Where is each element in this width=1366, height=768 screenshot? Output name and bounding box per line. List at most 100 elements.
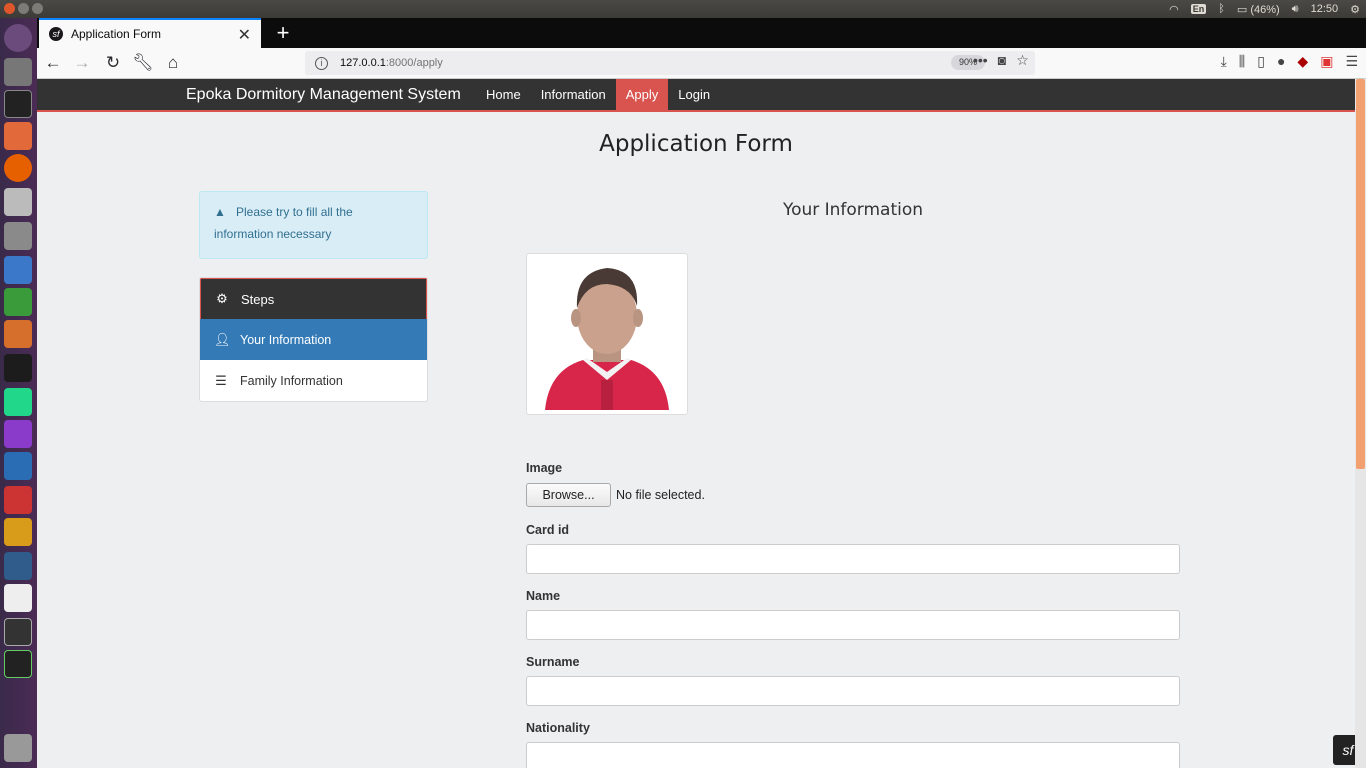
avatar-placeholder-icon (531, 258, 683, 410)
browser-tab-bar: sf Application Form ✕ + (37, 18, 1366, 48)
steps-header-label: Steps (241, 291, 275, 307)
downloads-icon[interactable]: ⤓ (1221, 53, 1227, 70)
sidebar-icon[interactable]: ▯ (1257, 53, 1265, 70)
window-minimize-button[interactable] (18, 3, 29, 14)
scrollbar-thumb[interactable] (1356, 79, 1365, 469)
trash-icon[interactable] (4, 734, 32, 762)
impress-icon[interactable] (4, 320, 32, 348)
bluetooth-icon[interactable]: ᛒ (1218, 3, 1225, 15)
list-icon: ☰ (215, 372, 227, 388)
alert-text: Please try to fill all the information n… (214, 205, 353, 241)
nav-apply[interactable]: Apply (615, 79, 669, 110)
step-label: Family Information (240, 373, 343, 388)
steps-panel: ⚙ Steps 👤︎ Your Information ☰ Family Inf… (199, 277, 428, 402)
site-info-icon[interactable]: i (315, 56, 328, 70)
firefox-icon[interactable] (4, 154, 32, 182)
phpstorm-icon[interactable] (4, 420, 32, 448)
new-tab-button[interactable]: + (269, 20, 297, 46)
library-icon[interactable]: ⫼ (1239, 53, 1245, 70)
step-your-information[interactable]: 👤︎ Your Information (200, 319, 427, 360)
card-id-input[interactable] (526, 544, 1180, 574)
browse-button[interactable]: Browse... (526, 483, 611, 507)
back-button[interactable]: ← (41, 52, 65, 74)
clock[interactable]: 12:50 (1311, 3, 1339, 15)
mysql-workbench-icon[interactable] (4, 552, 32, 580)
writer-icon[interactable] (4, 256, 32, 284)
section-title: Your Information (782, 200, 924, 220)
calc-icon[interactable] (4, 288, 32, 316)
page-scrollbar[interactable] (1355, 79, 1366, 768)
site-menu: Home Information Apply Login (476, 79, 720, 110)
tab-title: Application Form (71, 27, 162, 41)
user-icon: 👤︎ (214, 331, 231, 347)
nationality-input[interactable] (526, 742, 1180, 768)
battery-indicator[interactable]: ▭ (46%) (1237, 3, 1280, 16)
screen-capture-icon[interactable]: ▣ (1320, 53, 1333, 70)
step-label: Your Information (240, 332, 332, 347)
drive-icon[interactable] (4, 188, 32, 216)
extension-icon[interactable]: ● (1277, 53, 1285, 70)
address-bar[interactable]: i 127.0.0.1:8000/apply 90% (305, 51, 1035, 75)
battery-icon: ▭ (1236, 3, 1248, 16)
archive-icon[interactable] (4, 222, 32, 250)
name-label: Name (526, 589, 561, 603)
window-buttons (4, 3, 43, 14)
nationality-label: Nationality (526, 721, 590, 735)
slides-app-icon[interactable] (4, 584, 32, 612)
steps-header: ⚙ Steps (200, 278, 427, 319)
close-tab-icon[interactable]: ✕ (238, 25, 251, 45)
page-actions-icon[interactable]: ••• (973, 52, 988, 69)
system-monitor-icon[interactable] (4, 650, 32, 678)
volume-icon[interactable]: 🔊︎ (1292, 3, 1299, 16)
settings-gear-icon[interactable]: ⚙ (1350, 3, 1360, 16)
remote-desktop-icon[interactable] (4, 618, 32, 646)
dash-home-icon[interactable] (4, 24, 32, 52)
window-close-button[interactable] (4, 3, 15, 14)
name-input[interactable] (526, 610, 1180, 640)
intellij-icon[interactable] (4, 354, 32, 382)
home-button[interactable]: ⌂ (161, 52, 185, 74)
url-actions: ••• ◙ ☆ (973, 52, 1029, 69)
files-icon[interactable] (4, 58, 32, 86)
system-top-bar: ◠ En ᛒ ▭ (46%) 🔊︎ 12:50 ⚙ (0, 0, 1366, 18)
info-alert: ▲ Please try to fill all the information … (199, 191, 428, 259)
menu-hamburger-icon[interactable]: ☰ (1345, 53, 1358, 70)
page-viewport: Epoka Dormitory Management System Home I… (37, 79, 1366, 768)
url-path: :8000/apply (385, 57, 443, 69)
file-status: No file selected. (616, 488, 705, 502)
site-brand[interactable]: Epoka Dormitory Management System (186, 86, 461, 104)
step-family-information[interactable]: ☰ Family Information (200, 360, 427, 401)
terminal-icon[interactable] (4, 90, 32, 118)
tools-wrench-icon[interactable]: 🔧︎ (131, 52, 155, 74)
keyboard-layout-indicator[interactable]: En (1190, 4, 1207, 14)
browser-toolbar: ← → ↻ 🔧︎ ⌂ i 127.0.0.1:8000/apply 90% ••… (37, 48, 1366, 79)
app-launcher (0, 18, 37, 768)
site-navbar: Epoka Dormitory Management System Home I… (37, 79, 1355, 112)
browser-tab[interactable]: sf Application Form ✕ (39, 18, 261, 48)
pycharm-icon[interactable] (4, 388, 32, 416)
wifi-icon[interactable]: ◠ (1169, 3, 1179, 16)
profile-photo (526, 253, 688, 415)
surname-label: Surname (526, 655, 580, 669)
diagram-app-icon[interactable] (4, 518, 32, 546)
reload-button[interactable]: ↻ (101, 52, 125, 74)
symfony-icon: sf (49, 27, 63, 41)
blocks-app-icon[interactable] (4, 486, 32, 514)
gear-icon: ⚙ (216, 291, 228, 306)
image-label: Image (526, 461, 563, 475)
pocket-icon[interactable]: ◙ (998, 52, 1006, 69)
nav-home[interactable]: Home (476, 79, 531, 110)
nav-login[interactable]: Login (668, 79, 720, 110)
nav-information[interactable]: Information (531, 79, 616, 110)
bookmark-star-icon[interactable]: ☆ (1016, 52, 1029, 69)
battery-percent: (46%) (1250, 3, 1280, 16)
toolbar-icons: ⤓ ⫼ ▯ ● ◆ ▣ ☰ (1221, 53, 1358, 70)
surname-input[interactable] (526, 676, 1180, 706)
warning-icon: ▲ (214, 205, 226, 219)
card-id-label: Card id (526, 523, 570, 537)
forward-button[interactable]: → (70, 52, 94, 74)
ublock-icon[interactable]: ◆ (1297, 53, 1308, 70)
vscode-icon[interactable] (4, 452, 32, 480)
software-center-icon[interactable] (4, 122, 32, 150)
window-maximize-button[interactable] (32, 3, 43, 14)
